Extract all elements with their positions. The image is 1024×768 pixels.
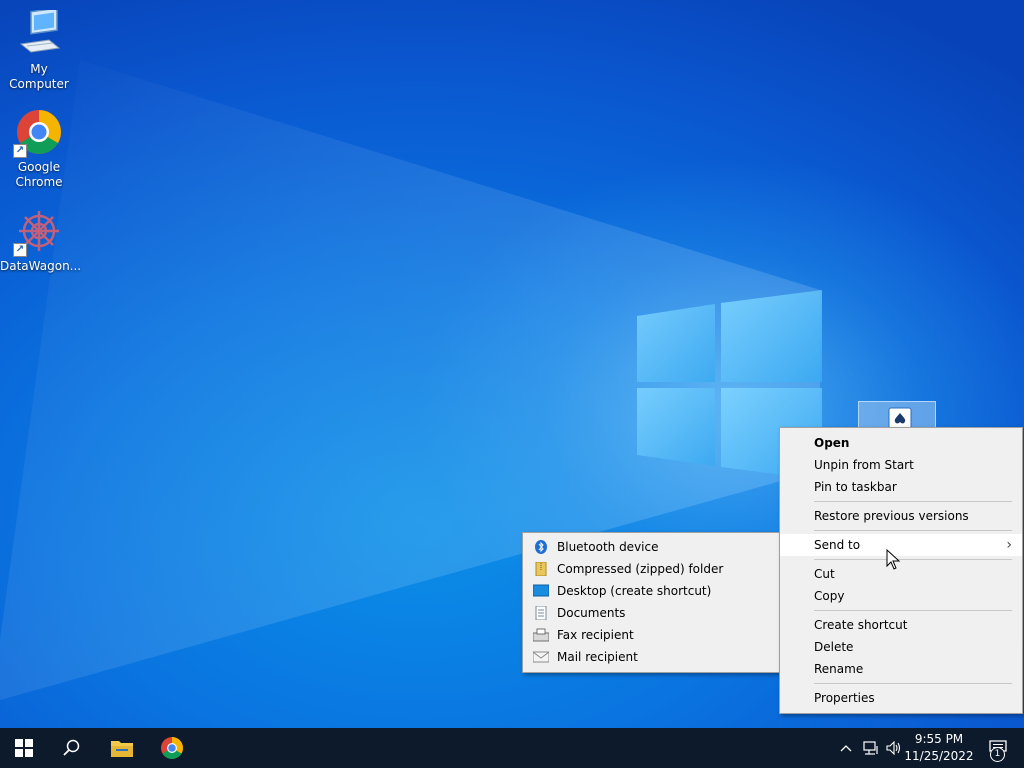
chrome-icon: ↗ [13,108,63,158]
menu-item-copy[interactable]: Copy [780,585,1022,607]
menu-item-unpin-from-start[interactable]: Unpin from Start [780,454,1022,476]
send-to-desktop[interactable]: Desktop (create shortcut) [523,580,779,602]
menu-item-create-shortcut[interactable]: Create shortcut [780,614,1022,636]
datawagon-icon: ↗ [13,207,63,257]
bluetooth-icon [535,540,547,554]
menu-separator [814,559,1012,560]
menu-item-pin-to-taskbar[interactable]: Pin to taskbar [780,476,1022,498]
desktop-icon-label: DataWagon... [0,259,82,273]
chrome-taskbar-button[interactable] [148,728,196,768]
desktop-icon-label: My Computer [9,62,69,91]
file-explorer-button[interactable] [98,728,146,768]
folder-icon [111,741,133,757]
menu-item-label: Documents [557,606,626,620]
search-button[interactable] [48,728,96,768]
menu-item-label: Create shortcut [814,618,908,632]
menu-item-label: Cut [814,567,835,581]
taskbar: 9:55 PM 11/25/2022 1 [0,728,1024,768]
menu-item-restore-previous-versions[interactable]: Restore previous versions [780,505,1022,527]
documents-icon [535,606,547,620]
desktop-icon-datawagon[interactable]: ↗ DataWagon... [0,207,82,274]
taskbar-clock[interactable]: 9:55 PM 11/25/2022 [903,731,975,765]
menu-item-label: Desktop (create shortcut) [557,584,712,598]
chevron-up-icon [840,745,852,752]
menu-item-label: Fax recipient [557,628,634,642]
menu-separator [814,610,1012,611]
show-hidden-icons-button[interactable] [836,728,856,768]
menu-item-label: Delete [814,640,854,654]
notification-count-badge: 1 [990,747,1005,762]
shortcut-arrow-icon: ↗ [13,144,27,158]
menu-item-open[interactable]: Open [780,432,1022,454]
menu-item-label: Rename [814,662,864,676]
network-icon [863,741,878,755]
menu-item-label: Mail recipient [557,650,638,664]
send-to-compressed-folder[interactable]: Compressed (zipped) folder [523,558,779,580]
volume-button[interactable] [884,728,904,768]
send-to-documents[interactable]: Documents [523,602,779,624]
menu-item-label: Compressed (zipped) folder [557,562,724,576]
shortcut-arrow-icon: ↗ [13,243,27,257]
menu-item-label: Send to [814,538,861,552]
menu-item-label: Restore previous versions [814,509,969,523]
chevron-right-icon: › [1006,537,1012,553]
start-button[interactable] [0,728,48,768]
menu-item-label: Bluetooth device [557,540,659,554]
menu-item-label: Open [814,436,850,450]
menu-item-properties[interactable]: Properties [780,687,1022,709]
clock-time: 9:55 PM [914,732,964,746]
menu-item-rename[interactable]: Rename [780,658,1022,680]
menu-item-delete[interactable]: Delete [780,636,1022,658]
menu-item-label: Copy [814,589,845,603]
send-to-mail-recipient[interactable]: Mail recipient [523,646,779,668]
mouse-cursor-icon [886,549,901,570]
desktop-icon-label: Google Chrome [15,160,63,189]
network-button[interactable] [860,728,882,768]
windows-start-icon [15,739,33,757]
menu-item-label: Pin to taskbar [814,480,897,494]
desktop-icon-my-computer[interactable]: My Computer [0,7,78,92]
send-to-submenu: Bluetooth device Compressed (zipped) fol… [522,532,780,673]
clock-date: 11/25/2022 [904,749,974,763]
menu-separator [814,530,1012,531]
chrome-icon [161,737,183,759]
fax-icon [533,628,549,642]
zip-folder-icon [535,562,547,576]
send-to-bluetooth-device[interactable]: Bluetooth device [523,536,779,558]
desktop-icon [533,584,549,597]
mail-icon [533,651,549,663]
menu-item-label: Unpin from Start [814,458,914,472]
menu-separator [814,501,1012,502]
send-to-fax-recipient[interactable]: Fax recipient [523,624,779,646]
menu-separator [814,683,1012,684]
computer-icon [15,7,63,58]
speaker-icon [886,741,901,755]
search-icon [63,739,80,756]
desktop-icon-google-chrome[interactable]: ↗ Google Chrome [0,108,78,190]
menu-item-label: Properties [814,691,875,705]
